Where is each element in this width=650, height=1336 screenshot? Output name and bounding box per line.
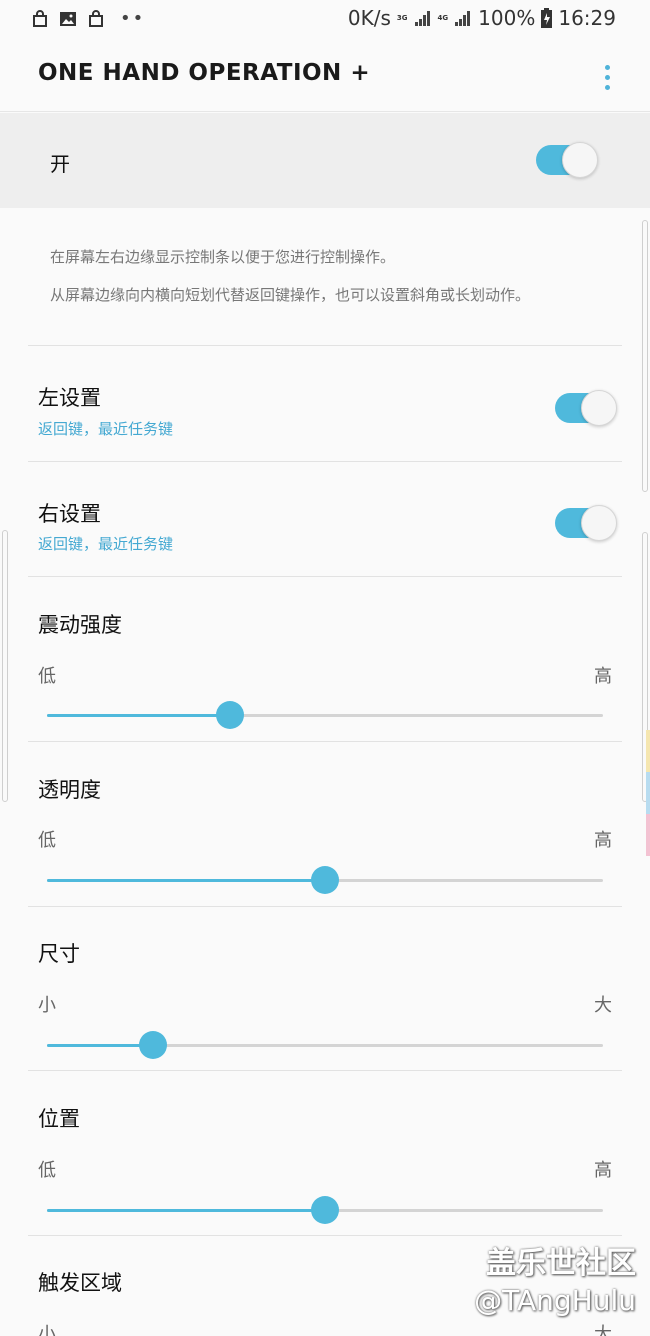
left-settings-subtitle: 返回键，最近任务键 [38, 420, 174, 438]
slider-title: 尺寸 [38, 942, 80, 966]
network-type-4g: 4G [437, 14, 449, 22]
slider-min-label: 低 [38, 666, 56, 687]
slider-max-label: 大 [594, 1324, 612, 1336]
page-title: ONE HAND OPERATION + [38, 60, 371, 86]
shopping-bag-icon [89, 9, 103, 27]
slider-max-label: 高 [594, 666, 612, 687]
slider-thumb[interactable] [311, 1196, 339, 1224]
slider-max-label: 高 [594, 1160, 612, 1181]
watermark-author: @TAngHulu [474, 1284, 636, 1317]
position-slider[interactable] [47, 1195, 603, 1225]
slider-min-label: 低 [38, 1160, 56, 1181]
watermark-title: 盖乐世社区 [486, 1246, 636, 1281]
divider [28, 1235, 622, 1236]
image-icon [60, 11, 76, 26]
vibration-slider[interactable] [47, 700, 603, 730]
slider-max-label: 高 [594, 830, 612, 851]
right-settings-toggle[interactable] [555, 505, 617, 541]
master-switch-label: 开 [50, 152, 70, 176]
master-toggle[interactable] [536, 142, 598, 178]
clock: 16:29 [558, 6, 616, 30]
edge-panel-tab[interactable] [646, 814, 650, 856]
more-notifications-icon: •• [120, 8, 146, 29]
app-bar: ONE HAND OPERATION + [0, 40, 650, 112]
slider-title: 位置 [38, 1107, 80, 1131]
left-settings-title: 左设置 [38, 386, 101, 410]
slider-title: 震动强度 [38, 613, 122, 637]
slider-max-label: 大 [594, 995, 612, 1016]
divider [28, 741, 622, 742]
slider-thumb[interactable] [138, 1031, 167, 1059]
shopping-bag-icon [33, 9, 47, 27]
slider-min-label: 小 [38, 995, 56, 1016]
master-switch-row[interactable]: 开 [0, 113, 650, 208]
more-options-button[interactable] [602, 62, 612, 92]
description-line-1: 在屏幕左右边缘显示控制条以便于您进行控制操作。 [50, 248, 396, 266]
signal-icon [414, 11, 430, 26]
status-bar: •• 0K/s 3G 4G 100% 16:29 [0, 0, 650, 40]
slider-min-label: 小 [38, 1324, 56, 1336]
right-settings-subtitle: 返回键，最近任务键 [38, 535, 174, 553]
edge-panel-tab[interactable] [646, 730, 650, 772]
left-settings-toggle[interactable] [555, 390, 617, 426]
more-vertical-icon [602, 65, 612, 90]
slider-thumb[interactable] [311, 866, 339, 894]
slider-title: 触发区域 [38, 1271, 122, 1295]
divider [28, 345, 622, 346]
size-slider[interactable] [47, 1030, 603, 1060]
description-line-2: 从屏幕边缘向内横向短划代替返回键操作，也可以设置斜角或长划动作。 [50, 286, 531, 304]
right-edge-handle[interactable] [642, 220, 648, 492]
left-edge-handle[interactable] [2, 530, 8, 802]
battery-percent: 100% [478, 6, 536, 30]
transparency-slider[interactable] [47, 865, 603, 895]
divider [28, 576, 622, 577]
divider [28, 906, 622, 907]
divider [28, 1070, 622, 1071]
slider-thumb[interactable] [216, 701, 245, 729]
signal-icon [455, 11, 471, 26]
divider [28, 461, 622, 462]
edge-panel-tab[interactable] [646, 772, 650, 814]
right-settings-title: 右设置 [38, 502, 101, 526]
slider-min-label: 低 [38, 830, 56, 851]
battery-charging-icon [541, 8, 553, 28]
slider-title: 透明度 [38, 778, 101, 802]
network-type-3g: 3G [396, 14, 408, 22]
network-speed: 0K/s [347, 6, 391, 30]
